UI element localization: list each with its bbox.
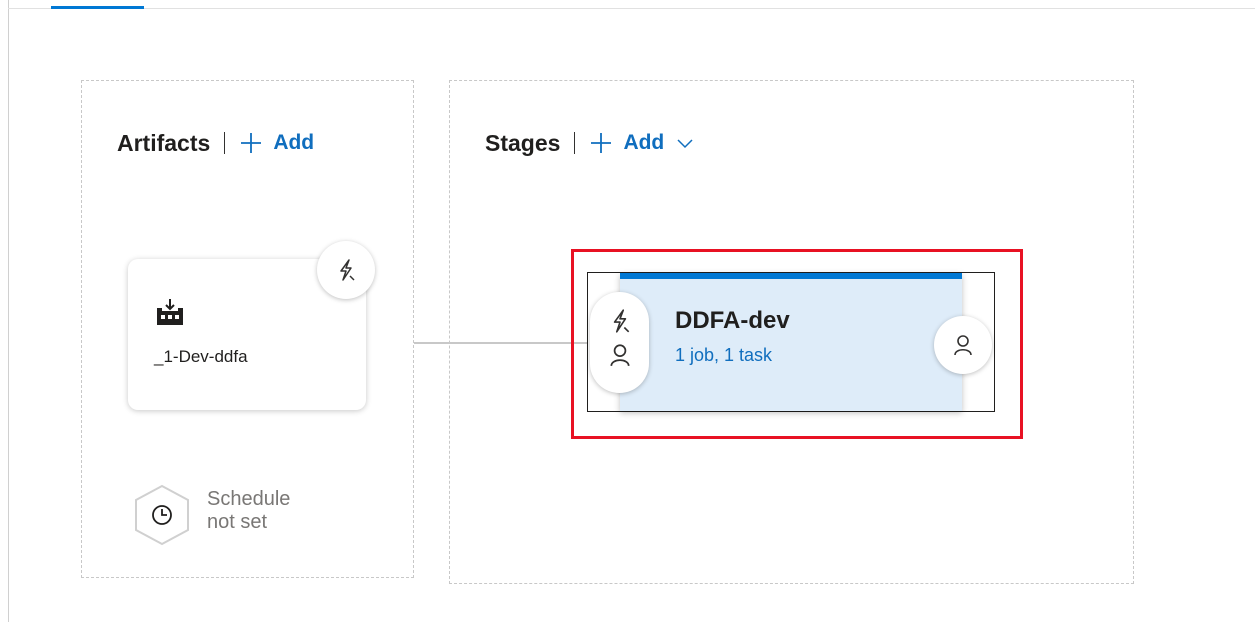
lightning-icon: [340, 259, 355, 281]
artifacts-title: Artifacts: [117, 129, 211, 156]
header-separator: [574, 132, 576, 154]
chevron-down-icon: [677, 139, 693, 149]
page-left-border: [8, 0, 9, 622]
plus-icon: [241, 133, 262, 153]
schedule-status: Schedule not set: [207, 488, 290, 534]
add-artifact-button[interactable]: Add: [239, 131, 314, 155]
person-icon: [954, 335, 972, 356]
add-stage-label: Add: [623, 131, 665, 154]
artifacts-header: Artifacts Add: [117, 128, 314, 158]
plus-icon: [591, 133, 612, 153]
stages-title: Stages: [485, 129, 561, 156]
artifact-name[interactable]: _1-Dev-ddfa: [154, 347, 248, 367]
stages-header: Stages Add: [485, 128, 694, 158]
add-stage-button[interactable]: Add: [589, 131, 694, 155]
schedule-line-1: Schedule: [207, 488, 291, 510]
stage-summary-link[interactable]: 1 job, 1 task: [675, 345, 772, 366]
person-icon[interactable]: [607, 342, 633, 368]
header-separator: [224, 132, 226, 154]
active-tab-indicator: [51, 6, 144, 9]
post-deployment-approvals-button[interactable]: [934, 316, 992, 374]
schedule-button[interactable]: [133, 484, 191, 546]
build-artifact-icon: [157, 299, 183, 325]
stage-card[interactable]: [620, 273, 962, 411]
schedule-line-2: not set: [207, 511, 268, 533]
add-artifact-label: Add: [273, 131, 315, 154]
tab-bar-divider: [8, 8, 1255, 9]
lightning-icon[interactable]: [607, 308, 633, 334]
pre-deployment-conditions: [590, 292, 649, 393]
stage-name[interactable]: DDFA-dev: [675, 307, 790, 335]
continuous-deployment-trigger-button[interactable]: [317, 241, 375, 299]
